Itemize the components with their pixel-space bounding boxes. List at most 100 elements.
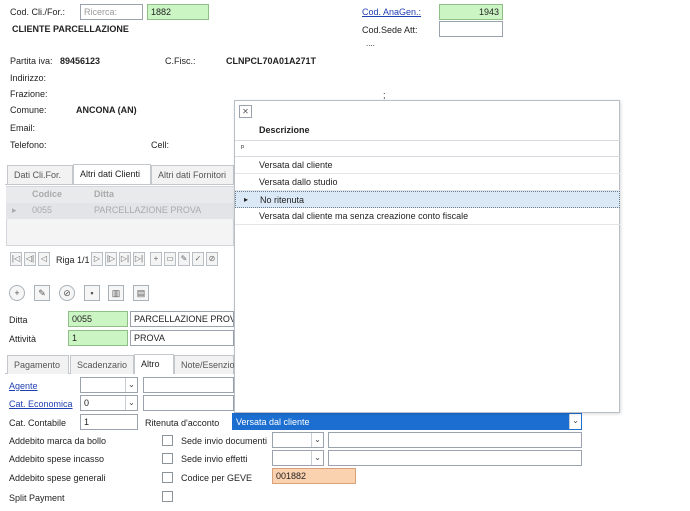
agente-link[interactable]: Agente [9,381,38,391]
list-item[interactable]: Versata dallo studio [235,174,620,191]
add-record-icon[interactable]: + [150,252,162,266]
print-icon[interactable]: ▤ [133,285,149,301]
cat-economica-select[interactable]: 0 ⌄ [80,395,138,411]
telefono-label: Telefono: [10,140,47,150]
cfisc-label: C.Fisc.: [165,56,196,66]
addebito-bollo-checkbox[interactable] [162,435,173,446]
ellipsis-text: .... [366,39,375,48]
prev-record-icon[interactable]: ◁ [38,252,50,266]
tab-scadenzario[interactable]: Scadenzario [70,355,134,374]
last-record-icon[interactable]: ▷| [119,252,131,266]
grid-header: Codice Ditta [6,187,234,203]
col-ditta-header: Ditta [94,189,114,199]
chevron-down-icon: ⌄ [311,451,323,465]
partita-iva-label: Partita iva: [10,56,53,66]
list-item-selected[interactable]: ▸ No ritenuta [235,191,620,208]
sede-documenti-desc-field [328,432,582,448]
ditta-name-field: PARCELLAZIONE PROVA [130,311,234,327]
attivita-name-field: PROVA [130,330,234,346]
cancel-icon[interactable]: ⊘ [59,285,75,301]
cod-sede-input[interactable] [439,21,503,37]
filter-icon: ᵖ [241,143,245,152]
agente-desc-field [143,377,234,393]
sede-documenti-select[interactable]: ⌄ [272,432,324,448]
col-codice-header: Codice [32,189,63,199]
tab-altri-dati-fornitori[interactable]: Altri dati Fornitori [151,165,234,184]
tab-dati-cli-for[interactable]: Dati Cli.For. [7,165,73,184]
chevron-down-icon: ⌄ [569,414,581,429]
email-label: Email: [10,123,36,133]
row-marker-icon: ▸ [244,195,249,204]
popup-header: Descrizione [235,119,620,141]
addebito-generali-checkbox[interactable] [162,472,173,483]
addebito-incasso-checkbox[interactable] [162,453,173,464]
tabs-divider [5,184,234,185]
first-record-icon[interactable]: |◁ [10,252,22,266]
table-row[interactable]: ▸ 0055 PARCELLAZIONE PROVA [6,203,234,219]
codice-geve-input[interactable]: 001882 [272,468,356,484]
edit-record-icon[interactable]: ✎ [178,252,190,266]
last-icon[interactable]: ▷| [133,252,145,266]
addebito-incasso-label: Addebito spese incasso [9,454,105,464]
tab-altro[interactable]: Altro [134,354,174,374]
next-record-icon[interactable]: ▷ [91,252,103,266]
client-name: CLIENTE PARCELLAZIONE [12,24,129,34]
delete-icon[interactable]: ▥ [108,285,124,301]
list-item-label: Versata dallo studio [259,177,338,187]
cat-economica-link[interactable]: Cat. Economica [9,399,73,409]
next-page-icon[interactable]: |▷ [105,252,117,266]
indirizzo-label: Indirizzo: [10,73,47,83]
row-marker-icon: ▸ [12,205,17,215]
chevron-down-icon: ⌄ [311,433,323,447]
semicolon-text: ; [383,90,386,100]
add-icon[interactable]: + [9,285,25,301]
delete-record-icon[interactable]: ▭ [164,252,176,266]
attivita-code-input[interactable]: 1 [68,330,128,346]
list-item[interactable]: Versata dal cliente ma senza creazione c… [235,208,620,225]
sede-effetti-label: Sede invio effetti [181,454,248,464]
list-item-label: No ritenuta [260,195,305,205]
riga-label: Riga 1/1 [56,255,90,265]
frazione-label: Frazione: [10,89,48,99]
cod-anagen-link[interactable]: Cod. AnaGen.: [362,7,421,17]
comune-value: ANCONA (AN) [76,105,137,115]
save-icon[interactable]: ▪ [84,285,100,301]
chevron-down-icon: ⌄ [125,396,137,410]
tab-pagamento[interactable]: Pagamento [7,355,69,374]
edit-icon[interactable]: ✎ [34,285,50,301]
split-payment-label: Split Payment [9,493,65,503]
close-icon[interactable]: ✕ [239,105,252,118]
sede-effetti-select[interactable]: ⌄ [272,450,324,466]
split-payment-checkbox[interactable] [162,491,173,502]
ricerca-input[interactable]: Ricerca: [80,4,143,20]
cod-anagen-input[interactable]: 1943 [439,4,503,20]
agente-select[interactable]: ⌄ [80,377,138,393]
cat-contabile-input[interactable]: 1 [80,414,138,430]
addebito-bollo-label: Addebito marca da bollo [9,436,107,446]
cancel-record-icon[interactable]: ⊘ [206,252,218,266]
ritenuta-dropdown-popup[interactable]: ✕ Descrizione ᵖ Versata dal cliente Vers… [234,100,620,413]
descrizione-header: Descrizione [259,125,310,135]
cod-sede-label: Cod.Sede Att: [362,25,418,35]
comune-label: Comune: [10,105,47,115]
codice-geve-label: Codice per GEVE [181,473,253,483]
ritenuta-select[interactable]: Versata dal cliente ⌄ [232,413,582,430]
list-item-label: Versata dal cliente [259,160,333,170]
cat-contabile-label: Cat. Contabile [9,418,67,428]
list-item[interactable]: Versata dal cliente [235,157,620,174]
cod-cli-input[interactable]: 1882 [147,4,209,20]
addebito-generali-label: Addebito spese generali [9,473,106,483]
cat-economica-desc-field [143,395,234,411]
confirm-record-icon[interactable]: ✓ [192,252,204,266]
attivita-label: Attività [9,334,37,344]
ditta-code-input[interactable]: 0055 [68,311,128,327]
row-ditta: PARCELLAZIONE PROVA [94,205,202,215]
prev-page-icon[interactable]: ◁| [24,252,36,266]
sede-documenti-label: Sede invio documenti [181,436,268,446]
filter-row[interactable]: ᵖ [235,141,620,157]
ditta-label: Ditta [9,315,28,325]
tab-altri-dati-clienti[interactable]: Altri dati Clienti [73,164,151,184]
sede-effetti-desc-field [328,450,582,466]
cod-cli-label: Cod. Cli./For.: [10,7,66,17]
tab-note-esenzio[interactable]: Note/Esenzio [174,355,235,374]
